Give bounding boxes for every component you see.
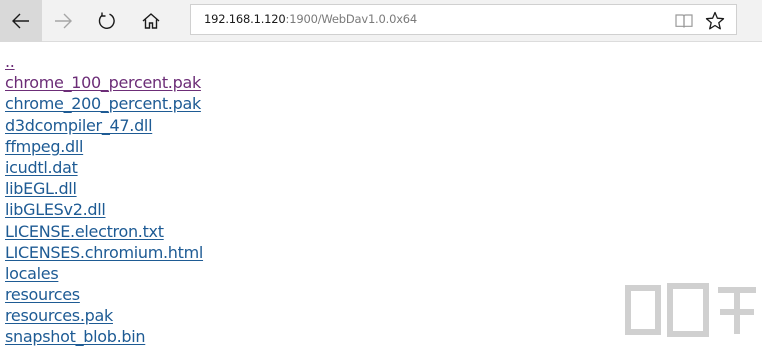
- list-item: locales: [5, 263, 203, 284]
- reading-view-button[interactable]: [673, 10, 695, 32]
- list-item: icudtl.dat: [5, 157, 203, 178]
- home-button[interactable]: [130, 0, 172, 42]
- list-item: resources.pak: [5, 305, 203, 326]
- browser-toolbar: 192.168.1.120:1900/WebDav1.0.0x64: [0, 0, 762, 42]
- arrow-right-icon: [55, 13, 72, 29]
- list-item: libEGL.dll: [5, 178, 203, 199]
- file-link[interactable]: LICENSES.chromium.html: [5, 243, 203, 262]
- file-link[interactable]: icudtl.dat: [5, 158, 78, 177]
- file-link[interactable]: chrome_100_percent.pak: [5, 73, 201, 92]
- file-link[interactable]: ffmpeg.dll: [5, 137, 83, 156]
- url-host: 192.168.1.120: [204, 12, 286, 26]
- file-link[interactable]: locales: [5, 264, 59, 283]
- list-item: chrome_200_percent.pak: [5, 93, 203, 114]
- list-item: d3dcompiler_47.dll: [5, 115, 203, 136]
- url-text[interactable]: 192.168.1.120:1900/WebDav1.0.0x64: [204, 12, 417, 26]
- book-icon: [675, 14, 693, 28]
- forward-button[interactable]: [42, 0, 84, 42]
- file-listing: .. chrome_100_percent.pak chrome_200_perce…: [5, 51, 203, 348]
- list-item: ffmpeg.dll: [5, 136, 203, 157]
- watermark-logo: [625, 283, 756, 337]
- file-link[interactable]: libGLESv2.dll: [5, 200, 106, 219]
- list-item: snapshot_blob.bin: [5, 326, 203, 347]
- list-item: chrome_100_percent.pak: [5, 72, 203, 93]
- address-bar[interactable]: 192.168.1.120:1900/WebDav1.0.0x64: [190, 4, 737, 35]
- url-path: :1900/WebDav1.0.0x64: [285, 12, 418, 26]
- file-link[interactable]: libEGL.dll: [5, 179, 77, 198]
- list-item: ..: [5, 51, 203, 72]
- back-button[interactable]: [0, 0, 42, 42]
- file-link[interactable]: resources.pak: [5, 306, 113, 325]
- file-link[interactable]: ..: [5, 52, 15, 71]
- list-item: resources: [5, 284, 203, 305]
- star-icon: [705, 11, 725, 30]
- favorite-button[interactable]: [704, 10, 726, 32]
- list-item: LICENSES.chromium.html: [5, 242, 203, 263]
- list-item: libGLESv2.dll: [5, 199, 203, 220]
- arrow-left-icon: [12, 13, 29, 29]
- refresh-button[interactable]: [86, 0, 128, 42]
- list-item: LICENSE.electron.txt: [5, 221, 203, 242]
- file-link[interactable]: resources: [5, 285, 80, 304]
- file-link[interactable]: d3dcompiler_47.dll: [5, 116, 153, 135]
- refresh-icon: [98, 12, 115, 29]
- file-link[interactable]: LICENSE.electron.txt: [5, 222, 164, 241]
- file-link[interactable]: snapshot_blob.bin: [5, 327, 146, 346]
- home-icon: [142, 13, 160, 29]
- file-link[interactable]: chrome_200_percent.pak: [5, 94, 201, 113]
